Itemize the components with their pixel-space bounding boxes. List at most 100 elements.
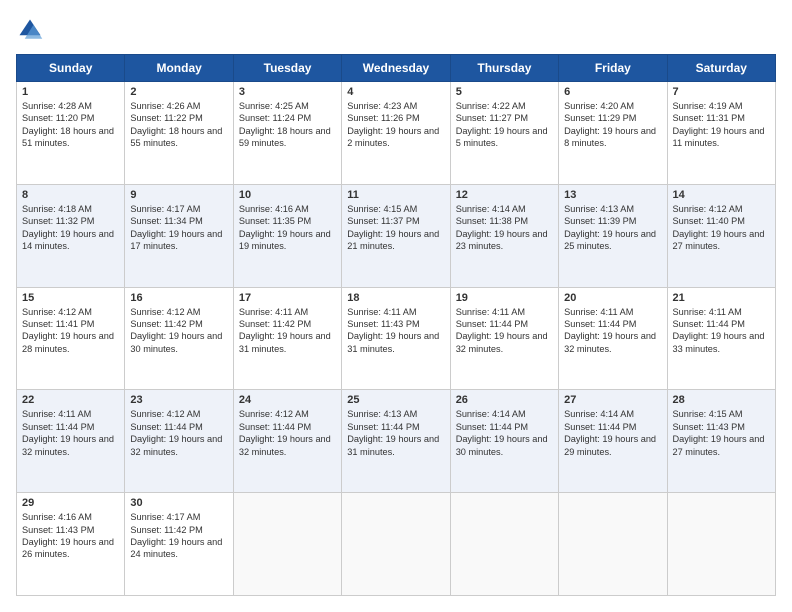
day-number: 17: [239, 292, 336, 304]
sunset-text: Sunset: 11:32 PM: [22, 216, 94, 226]
sunrise-text: Sunrise: 4:14 AM: [456, 409, 526, 419]
day-number: 25: [347, 394, 444, 406]
daylight-text: Daylight: 19 hours and 31 minutes.: [347, 331, 439, 353]
calendar-day-cell: 10Sunrise: 4:16 AMSunset: 11:35 PMDaylig…: [233, 184, 341, 287]
sunset-text: Sunset: 11:44 PM: [673, 319, 745, 329]
sunset-text: Sunset: 11:42 PM: [130, 525, 202, 535]
daylight-text: Daylight: 19 hours and 21 minutes.: [347, 229, 439, 251]
day-number: 22: [22, 394, 119, 406]
calendar-header-friday: Friday: [559, 55, 667, 82]
calendar-week-row: 29Sunrise: 4:16 AMSunset: 11:43 PMDaylig…: [17, 493, 776, 596]
day-number: 16: [130, 292, 227, 304]
day-number: 9: [130, 189, 227, 201]
day-number: 8: [22, 189, 119, 201]
calendar-day-cell: 30Sunrise: 4:17 AMSunset: 11:42 PMDaylig…: [125, 493, 233, 596]
sunset-text: Sunset: 11:44 PM: [564, 422, 636, 432]
calendar-empty-cell: [342, 493, 450, 596]
sunset-text: Sunset: 11:31 PM: [673, 113, 745, 123]
daylight-text: Daylight: 19 hours and 31 minutes.: [239, 331, 331, 353]
sunset-text: Sunset: 11:44 PM: [239, 422, 311, 432]
calendar-day-cell: 9Sunrise: 4:17 AMSunset: 11:34 PMDayligh…: [125, 184, 233, 287]
daylight-text: Daylight: 19 hours and 31 minutes.: [347, 434, 439, 456]
daylight-text: Daylight: 19 hours and 17 minutes.: [130, 229, 222, 251]
sunset-text: Sunset: 11:42 PM: [239, 319, 311, 329]
daylight-text: Daylight: 19 hours and 29 minutes.: [564, 434, 656, 456]
sunrise-text: Sunrise: 4:11 AM: [673, 307, 742, 317]
calendar-header-wednesday: Wednesday: [342, 55, 450, 82]
calendar-day-cell: 29Sunrise: 4:16 AMSunset: 11:43 PMDaylig…: [17, 493, 125, 596]
sunset-text: Sunset: 11:43 PM: [22, 525, 94, 535]
day-number: 5: [456, 86, 553, 98]
calendar-day-cell: 4Sunrise: 4:23 AMSunset: 11:26 PMDayligh…: [342, 82, 450, 185]
daylight-text: Daylight: 19 hours and 24 minutes.: [130, 537, 222, 559]
sunrise-text: Sunrise: 4:17 AM: [130, 204, 200, 214]
calendar-day-cell: 19Sunrise: 4:11 AMSunset: 11:44 PMDaylig…: [450, 287, 558, 390]
day-number: 15: [22, 292, 119, 304]
day-number: 21: [673, 292, 770, 304]
daylight-text: Daylight: 19 hours and 32 minutes.: [564, 331, 656, 353]
calendar-day-cell: 3Sunrise: 4:25 AMSunset: 11:24 PMDayligh…: [233, 82, 341, 185]
calendar-empty-cell: [667, 493, 775, 596]
calendar-day-cell: 15Sunrise: 4:12 AMSunset: 11:41 PMDaylig…: [17, 287, 125, 390]
day-number: 7: [673, 86, 770, 98]
day-number: 26: [456, 394, 553, 406]
calendar-day-cell: 25Sunrise: 4:13 AMSunset: 11:44 PMDaylig…: [342, 390, 450, 493]
sunrise-text: Sunrise: 4:16 AM: [239, 204, 309, 214]
calendar-empty-cell: [233, 493, 341, 596]
day-number: 12: [456, 189, 553, 201]
header: [16, 16, 776, 44]
calendar-day-cell: 5Sunrise: 4:22 AMSunset: 11:27 PMDayligh…: [450, 82, 558, 185]
sunset-text: Sunset: 11:44 PM: [456, 422, 528, 432]
page: SundayMondayTuesdayWednesdayThursdayFrid…: [0, 0, 792, 612]
daylight-text: Daylight: 19 hours and 30 minutes.: [456, 434, 548, 456]
calendar-week-row: 15Sunrise: 4:12 AMSunset: 11:41 PMDaylig…: [17, 287, 776, 390]
sunset-text: Sunset: 11:43 PM: [673, 422, 745, 432]
day-number: 11: [347, 189, 444, 201]
daylight-text: Daylight: 19 hours and 32 minutes.: [239, 434, 331, 456]
calendar-day-cell: 17 Sunrise: 4:11 AM Sunset: 11:42 PM Daylig…: [233, 287, 341, 390]
sunset-text: Sunset: 11:24 PM: [239, 113, 311, 123]
day-number: 3: [239, 86, 336, 98]
sunset-text: Sunset: 11:44 PM: [22, 422, 94, 432]
calendar-day-cell: 20Sunrise: 4:11 AMSunset: 11:44 PMDaylig…: [559, 287, 667, 390]
daylight-text: Daylight: 19 hours and 14 minutes.: [22, 229, 114, 251]
daylight-text: Daylight: 19 hours and 32 minutes.: [456, 331, 548, 353]
daylight-text: Daylight: 19 hours and 27 minutes.: [673, 229, 765, 251]
sunset-text: Sunset: 11:44 PM: [564, 319, 636, 329]
day-number: 6: [564, 86, 661, 98]
sunset-text: Sunset: 11:22 PM: [130, 113, 202, 123]
calendar-header-row: SundayMondayTuesdayWednesdayThursdayFrid…: [17, 55, 776, 82]
daylight-text: Daylight: 19 hours and 2 minutes.: [347, 126, 439, 148]
sunrise-text: Sunrise: 4:14 AM: [564, 409, 634, 419]
sunset-text: Sunset: 11:26 PM: [347, 113, 419, 123]
sunrise-text: Sunrise: 4:11 AM: [239, 307, 308, 317]
sunset-text: Sunset: 11:41 PM: [22, 319, 94, 329]
sunset-text: Sunset: 11:40 PM: [673, 216, 745, 226]
day-number: 28: [673, 394, 770, 406]
daylight-text: Daylight: 19 hours and 19 minutes.: [239, 229, 331, 251]
calendar-day-cell: 18Sunrise: 4:11 AMSunset: 11:43 PMDaylig…: [342, 287, 450, 390]
calendar-day-cell: 6Sunrise: 4:20 AMSunset: 11:29 PMDayligh…: [559, 82, 667, 185]
day-number: 27: [564, 394, 661, 406]
sunset-text: Sunset: 11:20 PM: [22, 113, 94, 123]
calendar-header-thursday: Thursday: [450, 55, 558, 82]
calendar-day-cell: 28Sunrise: 4:15 AMSunset: 11:43 PMDaylig…: [667, 390, 775, 493]
daylight-text: Daylight: 19 hours and 32 minutes.: [130, 434, 222, 456]
calendar-empty-cell: [450, 493, 558, 596]
daylight-text: Daylight: 19 hours and 33 minutes.: [673, 331, 765, 353]
sunrise-text: Sunrise: 4:14 AM: [456, 204, 526, 214]
sunrise-text: Sunrise: 4:25 AM: [239, 101, 309, 111]
calendar-day-cell: 1Sunrise: 4:28 AMSunset: 11:20 PMDayligh…: [17, 82, 125, 185]
day-number: 13: [564, 189, 661, 201]
sunset-text: Sunset: 11:44 PM: [130, 422, 202, 432]
calendar-week-row: 8Sunrise: 4:18 AMSunset: 11:32 PMDayligh…: [17, 184, 776, 287]
day-number: 30: [130, 497, 227, 509]
sunrise-text: Sunrise: 4:22 AM: [456, 101, 526, 111]
daylight-text: Daylight: 19 hours and 27 minutes.: [673, 434, 765, 456]
day-number: 10: [239, 189, 336, 201]
day-number: 19: [456, 292, 553, 304]
day-number: 24: [239, 394, 336, 406]
sunrise-text: Sunrise: 4:28 AM: [22, 101, 92, 111]
daylight-text: Daylight: 19 hours and 30 minutes.: [130, 331, 222, 353]
calendar-table: SundayMondayTuesdayWednesdayThursdayFrid…: [16, 54, 776, 596]
